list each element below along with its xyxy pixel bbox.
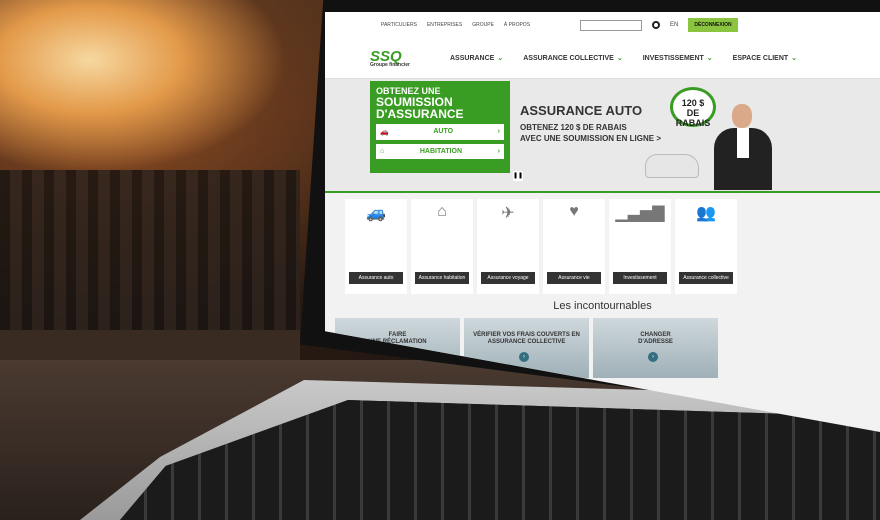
car-image (645, 154, 699, 178)
nav-assurance[interactable]: ASSURANCE ⌄ (450, 54, 503, 62)
topbar-link[interactable]: À PROPOS (504, 22, 530, 28)
top-bar: PARTICULIERS ENTREPRISES GROUPE À PROPOS… (325, 12, 880, 38)
logo-sub: Groupe financier (370, 62, 411, 68)
card-button[interactable]: Assurance voyage (481, 272, 535, 284)
product-card[interactable]: ♥ Assurance vie (543, 199, 605, 294)
main-nav: SSQ Groupe financier ASSURANCE ⌄ ASSURANC… (325, 38, 880, 79)
hero-title: ASSURANCE AUTO (520, 103, 643, 118)
quote-habitation-button[interactable]: ⌂ HABITATION › (376, 144, 504, 159)
search-icon[interactable] (652, 21, 661, 29)
car-icon: 🚗 (380, 129, 389, 136)
nav-espace-client[interactable]: ESPACE CLIENT ⌄ (733, 54, 797, 62)
card-button[interactable]: Investissement (613, 272, 667, 284)
man-image (700, 104, 790, 190)
nav-investissement[interactable]: INVESTISSEMENT ⌄ (643, 54, 713, 62)
pause-icon[interactable]: ❚❚ (513, 171, 523, 181)
product-cards: 🚙 Assurance auto ⌂ Assurance habitation ✈ A… (325, 193, 880, 294)
card-button[interactable]: Assurance auto (349, 272, 403, 284)
product-card[interactable]: ▁▃▅▇ Investissement (609, 199, 671, 294)
arrow-right-icon: › (648, 352, 658, 362)
section-title: Les incontournables (553, 300, 652, 312)
car-icon: 🚙 (366, 205, 386, 222)
house-icon: ⌂ (380, 148, 385, 155)
fireplace-grate (0, 170, 300, 330)
tile-changer-adresse[interactable]: CHANGER D'ADRESSE › (593, 318, 718, 378)
chevron-down-icon: ⌄ (706, 55, 713, 62)
heart-icon: ♥ (569, 203, 579, 220)
topbar-link[interactable]: PARTICULIERS (381, 22, 417, 28)
product-card[interactable]: 👥 Assurance collective (675, 199, 737, 294)
hero-banner: OBTENEZ UNE SOUMISSION D'ASSURANCE 🚗 AUTO… (325, 79, 880, 193)
product-card[interactable]: ✈ Assurance voyage (477, 199, 539, 294)
card-button[interactable]: Assurance vie (547, 272, 601, 284)
chevron-right-icon: › (497, 128, 500, 135)
quote-auto-button[interactable]: 🚗 AUTO › (376, 124, 504, 140)
chevron-down-icon: ⌄ (616, 55, 623, 62)
topbar-link[interactable]: ENTREPRISES (427, 22, 462, 28)
chevron-down-icon: ⌄ (497, 55, 504, 62)
quote-line3: D'ASSURANCE (376, 107, 464, 121)
logo[interactable]: SSQ Groupe financier (370, 48, 450, 68)
product-card[interactable]: ⌂ Assurance habitation (411, 199, 473, 294)
hero-subtitle[interactable]: OBTENEZ 120 $ DE RABAIS AVEC UNE SOUMISS… (520, 122, 690, 144)
group-icon: 👥 (696, 205, 716, 222)
arrow-right-icon: › (519, 352, 529, 362)
house-icon: ⌂ (437, 203, 447, 220)
chevron-right-icon: › (497, 148, 500, 155)
quote-line1: OBTENEZ UNE (376, 86, 441, 96)
chevron-down-icon: ⌄ (791, 55, 798, 62)
topbar-link[interactable]: GROUPE (472, 22, 494, 28)
card-button[interactable]: Assurance collective (679, 272, 733, 284)
language-link[interactable]: EN (670, 22, 678, 28)
product-card[interactable]: 🚙 Assurance auto (345, 199, 407, 294)
plane-icon: ✈ (501, 205, 515, 222)
logout-button[interactable]: DÉCONNEXION (688, 18, 738, 32)
card-button[interactable]: Assurance habitation (415, 272, 469, 284)
nav-assurance-collective[interactable]: ASSURANCE COLLECTIVE ⌄ (523, 54, 623, 62)
search-input[interactable] (580, 19, 643, 31)
chart-icon: ▁▃▅▇ (615, 205, 665, 222)
quote-box: OBTENEZ UNE SOUMISSION D'ASSURANCE 🚗 AUTO… (370, 81, 510, 173)
